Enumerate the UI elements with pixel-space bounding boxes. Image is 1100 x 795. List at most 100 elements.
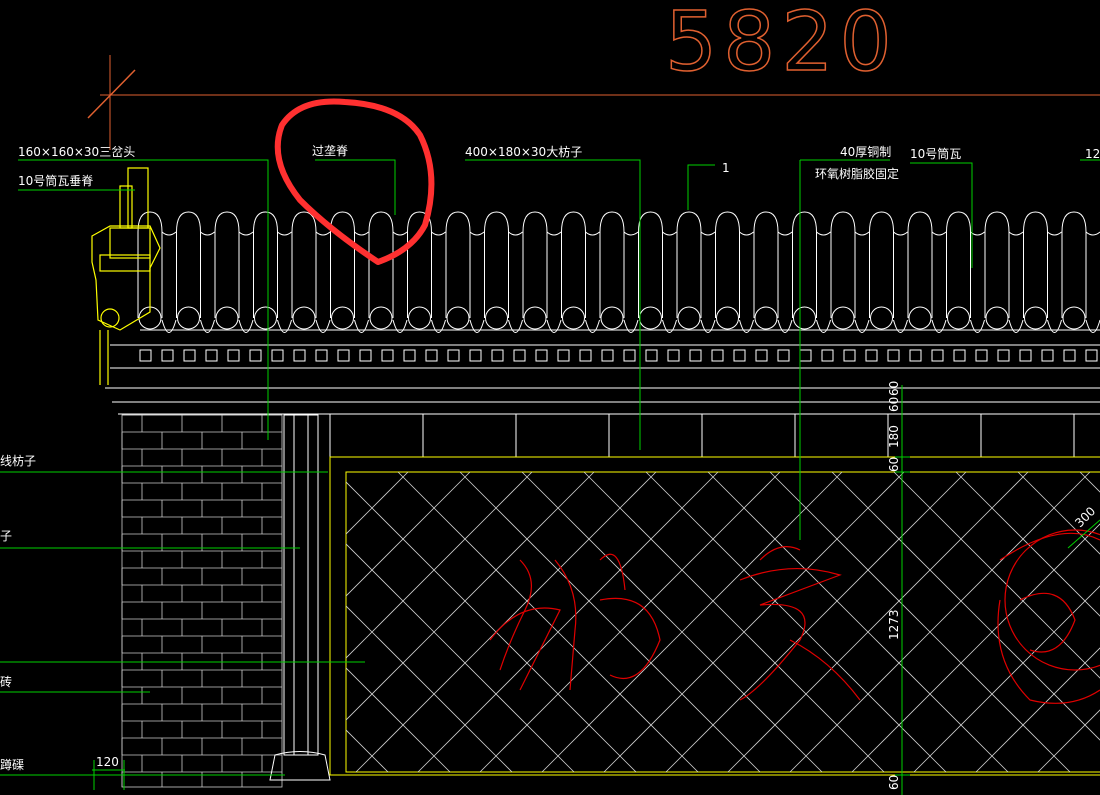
big-dimension-text: 5820 xyxy=(665,0,898,90)
lattice-clip xyxy=(346,472,1100,772)
tile-barrel xyxy=(1061,211,1087,318)
tile-barrel xyxy=(522,211,548,318)
tile-drip xyxy=(315,319,331,333)
tile-end-disc xyxy=(908,306,932,330)
tile-gap-curve xyxy=(662,231,677,236)
tile-gap-curve xyxy=(970,231,985,236)
dentil-block xyxy=(513,349,526,362)
lattice-line xyxy=(346,472,347,473)
dentil-block xyxy=(447,349,460,362)
dentil-block xyxy=(887,349,900,362)
tile-barrel xyxy=(407,211,432,318)
dentil-block xyxy=(249,349,262,362)
dentil-block xyxy=(1063,349,1076,362)
tile-gap-curve xyxy=(238,231,254,236)
tile-end-disc xyxy=(523,306,547,330)
tile-gap-curve xyxy=(200,231,215,236)
tile-end-disc xyxy=(331,306,354,330)
tile-gap-curve xyxy=(508,231,523,236)
dentil-block xyxy=(997,349,1010,362)
dentil-block xyxy=(183,349,196,362)
dentil-block xyxy=(1085,349,1098,362)
dentil-block xyxy=(667,349,680,362)
tile-end-disc xyxy=(1062,306,1086,330)
dentil-block xyxy=(469,349,482,362)
label-cut-12: 12 xyxy=(1085,147,1100,161)
tile-barrel xyxy=(214,211,240,318)
tile-drip xyxy=(200,319,215,333)
lattice-line xyxy=(851,523,1100,772)
tile-drip xyxy=(354,319,369,333)
tile-gap-curve xyxy=(777,231,793,236)
tile-barrel xyxy=(638,211,663,318)
tile-drip xyxy=(893,319,908,333)
dim-60-d: 60 xyxy=(887,775,901,790)
eave-lines xyxy=(105,344,1100,458)
tile-gap-curve xyxy=(354,231,369,236)
dentil-block xyxy=(689,349,702,362)
tile-barrel xyxy=(291,211,317,318)
tile-end-disc xyxy=(177,306,200,330)
tile-drip xyxy=(854,319,870,333)
tile-barrel xyxy=(445,211,471,318)
tile-gap-curve xyxy=(700,231,716,236)
tile-gap-curve xyxy=(623,231,639,236)
tile-drip xyxy=(1085,319,1100,333)
tile-end-disc xyxy=(408,306,431,330)
tile-drip xyxy=(161,319,177,333)
tile-gap-curve xyxy=(431,231,446,236)
dentil-block xyxy=(755,349,768,362)
dentil-block xyxy=(843,349,856,362)
tile-gap-curve xyxy=(1085,231,1100,236)
tile-gap-curve xyxy=(1008,231,1024,236)
tile-drip xyxy=(277,319,292,333)
tile-drip xyxy=(469,319,485,333)
tile-gap-curve xyxy=(816,231,831,236)
tile-drip xyxy=(662,319,677,333)
dim-120: 120 xyxy=(96,755,119,769)
dentil-block xyxy=(535,349,548,362)
dentil-block xyxy=(1019,349,1032,362)
tile-end-disc xyxy=(985,306,1009,330)
dentil-block xyxy=(777,349,790,362)
dimension-tick xyxy=(87,69,136,119)
dim-300: 300 xyxy=(1072,504,1098,530)
tile-drip xyxy=(739,319,754,333)
tile-barrel xyxy=(869,211,894,318)
dentil-block xyxy=(579,349,592,362)
tile-end-disc xyxy=(254,306,277,330)
dim-60-b: 60 xyxy=(887,381,901,396)
tile-barrel xyxy=(946,211,971,318)
dentil-block xyxy=(425,349,438,362)
dentil-block xyxy=(931,349,944,362)
tile-end-disc xyxy=(793,306,816,330)
tile-barrel xyxy=(715,211,740,318)
label-index-1: 1 xyxy=(722,161,730,175)
dim-60-c: 60 xyxy=(887,457,901,472)
label-left-3: 砖 xyxy=(0,674,12,689)
dentil-block xyxy=(381,349,394,362)
label-dafangzi: 400×180×30大枋子 xyxy=(465,144,582,159)
tile-drip xyxy=(970,319,985,333)
signboard-inner xyxy=(345,471,1100,773)
ridge-end-ornament xyxy=(91,167,161,385)
tile-drip xyxy=(816,319,831,333)
dentil-block xyxy=(491,349,504,362)
dentil-block xyxy=(799,349,812,362)
tile-drip xyxy=(1008,319,1024,333)
tile-end-disc xyxy=(639,306,662,330)
dentil-block xyxy=(865,349,878,362)
dentil-block xyxy=(293,349,306,362)
dentil-block xyxy=(337,349,350,362)
tile-gap-curve xyxy=(1047,231,1062,236)
tile-gap-curve xyxy=(315,231,331,236)
tile-drip xyxy=(1047,319,1062,333)
tile-end-disc xyxy=(677,306,701,330)
tile-barrel xyxy=(368,211,394,318)
dim-180: 180 xyxy=(887,425,901,448)
label-left-2: 子 xyxy=(0,529,12,543)
tile-end-disc xyxy=(831,306,855,330)
tile-barrel xyxy=(176,211,201,318)
tile-gap-curve xyxy=(854,231,870,236)
tile-barrel xyxy=(253,211,278,318)
